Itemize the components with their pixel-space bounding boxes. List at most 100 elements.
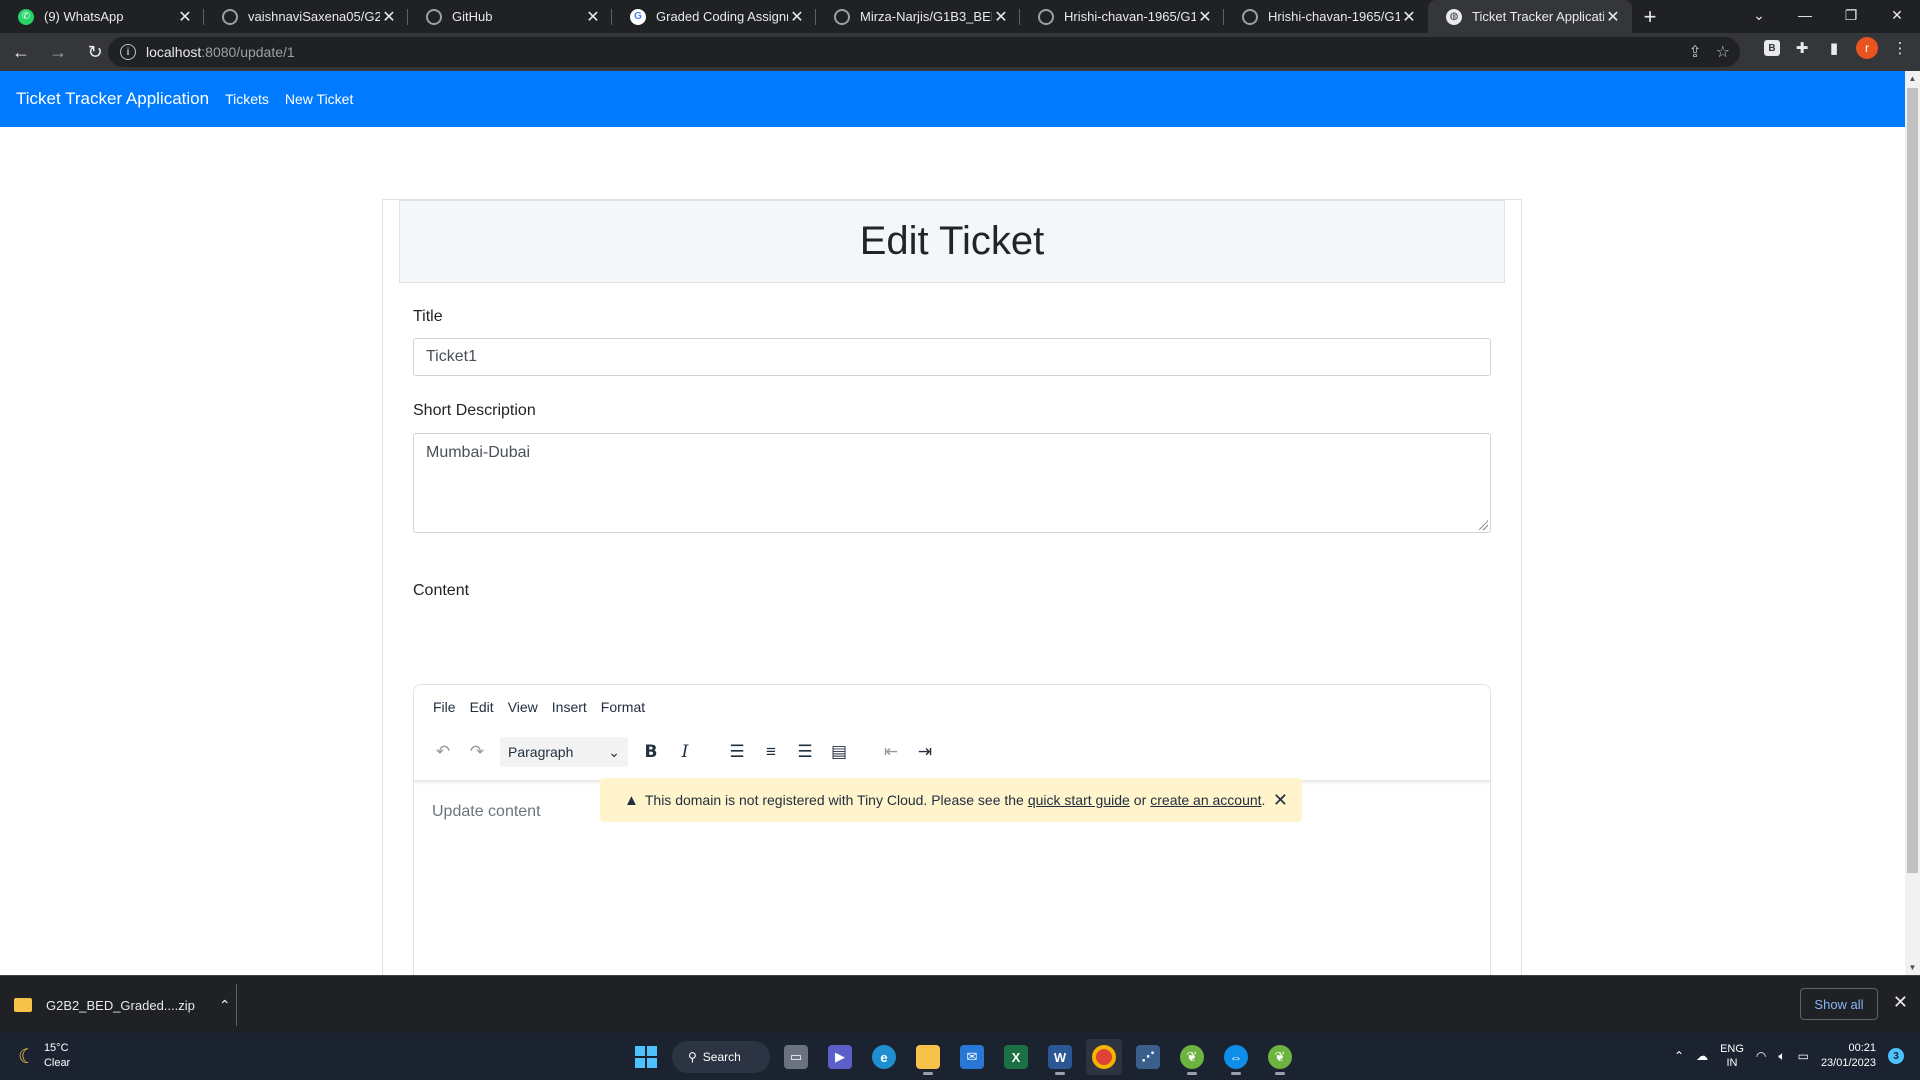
chevron-up-icon[interactable]: ⌃ [219, 997, 231, 1014]
edge-icon[interactable]: e [866, 1039, 902, 1075]
extension-b-icon[interactable]: B [1764, 40, 1780, 56]
profile-avatar[interactable]: r [1856, 37, 1878, 59]
block-format-select[interactable]: Paragraph ⌄ [500, 737, 628, 767]
reload-icon[interactable]: ↻ [79, 36, 111, 68]
page-scrollbar[interactable]: ▲ ▼ [1905, 71, 1920, 975]
clock[interactable]: 00:21 23/01/2023 [1821, 1041, 1876, 1071]
excel-glyph: X [1004, 1045, 1028, 1069]
title-label: Title [413, 308, 443, 325]
menu-edit[interactable]: Edit [463, 699, 501, 715]
scroll-down-icon[interactable]: ▼ [1905, 960, 1920, 975]
word-icon[interactable]: W [1042, 1039, 1078, 1075]
close-icon[interactable]: ✕ [1604, 8, 1622, 26]
mail-icon[interactable]: ✉ [954, 1039, 990, 1075]
align-left-icon[interactable]: ☰ [720, 737, 754, 767]
language-indicator[interactable]: ENG IN [1720, 1042, 1744, 1070]
minimize-icon[interactable]: — [1782, 0, 1828, 30]
close-icon[interactable]: ✕ [584, 8, 602, 26]
file-explorer-icon[interactable] [910, 1039, 946, 1075]
battery-icon[interactable]: ▭ [1798, 1049, 1809, 1063]
close-icon[interactable]: ✕ [992, 8, 1010, 26]
close-icon[interactable]: ✕ [1893, 992, 1908, 1013]
close-icon[interactable]: ✕ [788, 8, 806, 26]
menu-format[interactable]: Format [594, 699, 652, 715]
editor-toolbar: ↶ ↷ Paragraph ⌄ B I ☰ ≡ ☰ ▤ ⇤ ⇥ [426, 737, 942, 767]
close-icon[interactable]: ✕ [176, 8, 194, 26]
volume-icon[interactable]: 🔈︎ [1778, 1049, 1785, 1064]
redo-icon[interactable]: ↷ [460, 737, 494, 767]
menu-file[interactable]: File [426, 699, 463, 715]
nav-link-tickets[interactable]: Tickets [217, 91, 277, 107]
windows-logo-icon [635, 1046, 657, 1068]
quick-start-guide-link[interactable]: quick start guide [1028, 792, 1130, 808]
share-icon[interactable]: ⇪ [1688, 42, 1701, 62]
chevron-up-icon[interactable]: ⌃ [1674, 1049, 1684, 1063]
tab-github[interactable]: GitHub ✕ [408, 0, 612, 33]
wifi-icon[interactable]: ◠ [1756, 1049, 1766, 1063]
side-panel-icon[interactable]: ▮ [1824, 38, 1844, 58]
resize-handle[interactable] [1478, 520, 1488, 530]
puzzle-icon[interactable]: ✚ [1792, 38, 1812, 58]
scroll-up-icon[interactable]: ▲ [1905, 71, 1920, 86]
outdent-icon[interactable]: ⇤ [874, 737, 908, 767]
search-label: Search [702, 1050, 741, 1064]
undo-icon[interactable]: ↶ [426, 737, 460, 767]
notification-badge[interactable]: 3 [1888, 1048, 1904, 1064]
start-button[interactable] [628, 1039, 664, 1075]
address-bar[interactable]: i localhost:8080/update/1 ⇪ ☆ [108, 37, 1740, 67]
tab-github-vaishnavi[interactable]: vaishnaviSaxena05/G2B2_E ✕ [204, 0, 408, 33]
nav-link-new-ticket[interactable]: New Ticket [277, 91, 361, 107]
align-justify-icon[interactable]: ▤ [822, 737, 856, 767]
spring-tool-suite-icon[interactable]: ❦ [1174, 1039, 1210, 1075]
excel-icon[interactable]: X [998, 1039, 1034, 1075]
editor-placeholder[interactable]: Update content [432, 803, 541, 821]
kebab-menu-icon[interactable]: ⋮ [1890, 38, 1910, 58]
restore-icon[interactable]: ❐ [1828, 0, 1874, 30]
show-all-button[interactable]: Show all [1800, 988, 1878, 1020]
chrome-icon[interactable] [1086, 1039, 1122, 1075]
site-info-icon[interactable]: i [120, 44, 136, 60]
github-icon [426, 8, 442, 25]
language-code: ENG [1720, 1043, 1744, 1055]
align-right-icon[interactable]: ☰ [788, 737, 822, 767]
new-tab-button[interactable]: + [1632, 0, 1668, 33]
download-item[interactable]: G2B2_BED_Graded....zip ⌃ [14, 988, 231, 1022]
tab-github-hrishi-2[interactable]: Hrishi-chavan-1965/G1B7_ ✕ [1224, 0, 1428, 33]
teams-chat-icon[interactable]: ▶ [822, 1039, 858, 1075]
tab-search-icon[interactable]: ⌄ [1736, 0, 1782, 30]
tab-whatsapp[interactable]: ✆ (9) WhatsApp ✕ [0, 0, 204, 33]
indent-icon[interactable]: ⇥ [908, 737, 942, 767]
close-icon[interactable]: ✕ [1196, 8, 1214, 26]
italic-icon[interactable]: I [668, 737, 702, 767]
tab-github-mirza[interactable]: Mirza-Narjis/G1B3_BED_G ✕ [816, 0, 1020, 33]
bold-icon[interactable]: B [634, 737, 668, 767]
close-window-icon[interactable]: ✕ [1874, 0, 1920, 30]
weather-widget[interactable]: ☾ 15°C Clear [18, 1041, 70, 1071]
bookmark-star-icon[interactable]: ☆ [1716, 42, 1730, 62]
short-description-textarea[interactable]: Mumbai-Dubai [413, 433, 1491, 533]
navbar-brand[interactable]: Ticket Tracker Application [16, 89, 209, 109]
warning-text-or: or [1133, 792, 1147, 808]
title-input[interactable]: Ticket1 [413, 338, 1491, 376]
close-icon[interactable]: ✕ [1400, 8, 1418, 26]
back-icon[interactable]: ← [5, 36, 37, 68]
tab-ticket-tracker[interactable]: ◍ Ticket Tracker Application ✕ [1428, 0, 1632, 33]
zip-file-icon [14, 998, 32, 1012]
scroll-thumb[interactable] [1907, 88, 1918, 873]
menu-view[interactable]: View [501, 699, 545, 715]
tab-github-hrishi-1[interactable]: Hrishi-chavan-1965/G1B7_ ✕ [1020, 0, 1224, 33]
page-viewport: Ticket Tracker Application Tickets New T… [0, 71, 1905, 975]
task-view-icon[interactable]: ▭ [778, 1039, 814, 1075]
forward-icon[interactable]: → [42, 36, 74, 68]
onedrive-cloud-icon[interactable]: ☁ [1696, 1049, 1708, 1063]
spring-tool-suite-2-icon[interactable]: ❦ [1262, 1039, 1298, 1075]
align-center-icon[interactable]: ≡ [754, 737, 788, 767]
tab-graded-assignment[interactable]: G Graded Coding Assignmen ✕ [612, 0, 816, 33]
close-icon[interactable]: ✕ [1273, 790, 1288, 811]
create-account-link[interactable]: create an account [1150, 792, 1261, 808]
close-icon[interactable]: ✕ [380, 8, 398, 26]
menu-insert[interactable]: Insert [545, 699, 594, 715]
teamviewer-icon[interactable]: ⇔ [1218, 1039, 1254, 1075]
taskbar-search[interactable]: ⚲ Search [672, 1041, 770, 1073]
mysql-workbench-icon[interactable]: ⋰ [1130, 1039, 1166, 1075]
